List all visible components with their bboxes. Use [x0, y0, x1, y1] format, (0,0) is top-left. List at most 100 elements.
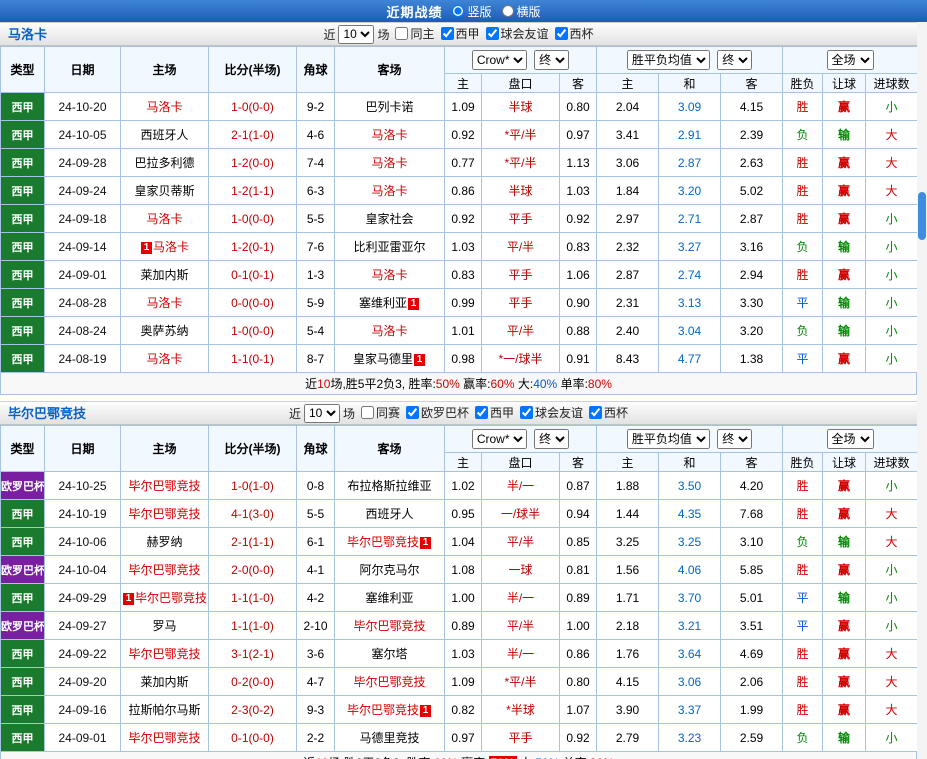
- filter-checkbox[interactable]: 同主: [395, 25, 435, 42]
- home-team-cell: 皇家贝蒂斯: [120, 176, 209, 205]
- filter-checkbox-input[interactable]: [520, 406, 534, 419]
- date-cell: 24-09-24: [44, 176, 121, 205]
- games-count-select[interactable]: 10: [338, 24, 375, 44]
- league-cell: 欧罗巴杯: [0, 611, 45, 640]
- goal-cell: 大: [865, 176, 919, 205]
- layout-radio-input[interactable]: [501, 5, 514, 17]
- filter-checkbox-input[interactable]: [395, 27, 409, 40]
- team-label: 塞尔塔: [371, 647, 408, 661]
- away-team-cell: 皇家马德里 1: [334, 344, 445, 373]
- col-date: 日期: [44, 46, 121, 93]
- team-label: 毕尔巴鄂竞技: [346, 703, 419, 717]
- home-team-cell: 赫罗纳: [120, 527, 209, 556]
- team-label: 马洛卡: [371, 268, 408, 282]
- filter-checkbox-input[interactable]: [554, 27, 568, 40]
- date-cell: 24-08-28: [44, 288, 121, 317]
- wdl-away-odds: 2.94: [720, 260, 784, 289]
- filter-checkbox-input[interactable]: [589, 406, 603, 419]
- home-team-cell: 马洛卡: [120, 344, 209, 373]
- away-team-cell: 毕尔巴鄂竞技: [334, 667, 445, 696]
- result-cell: 胜: [782, 471, 824, 500]
- crown-home-odds: 0.86: [444, 176, 482, 205]
- summary-text: 场,胜6平2负2, 胜率:: [328, 754, 433, 759]
- cover-cell: 赢: [822, 471, 867, 500]
- away-team-cell: 布拉格斯拉维亚: [334, 471, 445, 500]
- col-home: 主场: [120, 46, 209, 93]
- score-cell: 1-0(0-0): [208, 92, 297, 121]
- score-cell: 0-1(0-0): [208, 723, 297, 752]
- summary-text: 50%: [435, 376, 460, 391]
- crown-away-odds: 1.07: [558, 695, 598, 724]
- filter-checkbox[interactable]: 西杯: [554, 25, 594, 42]
- layout-radio-input[interactable]: [452, 5, 465, 17]
- wdl-away-odds: 3.51: [720, 611, 784, 640]
- away-team-cell: 马洛卡: [334, 316, 445, 345]
- summary-bar: 近10场,胜6平2负2, 胜率:60% 赢率:70% 大:50% 单率:80%: [0, 752, 917, 759]
- team-label: 赫罗纳: [146, 535, 183, 549]
- cover-cell: 赢: [822, 204, 867, 233]
- wdl-final-select[interactable]: 终: [717, 50, 753, 70]
- cover-cell: 输: [822, 232, 867, 261]
- wdl-away-odds: 4.69: [720, 639, 784, 668]
- team-label: 西班牙人: [140, 128, 189, 142]
- scrollbar-thumb[interactable]: [918, 192, 926, 240]
- home-team-cell: 毕尔巴鄂竞技: [120, 499, 209, 528]
- summary-text: 赢率:: [459, 377, 491, 391]
- odds-final-select[interactable]: 终: [534, 50, 570, 70]
- filter-checkbox[interactable]: 西杯: [589, 404, 628, 421]
- scope-select[interactable]: 全场: [826, 429, 874, 449]
- scope-select[interactable]: 全场: [826, 50, 874, 70]
- summary-text: 80%: [587, 376, 612, 391]
- match-row: 西甲 24-09-24 皇家贝蒂斯 1-2(1-1) 6-3 马洛卡 0.86 半球 1.03 1…: [0, 176, 919, 205]
- filter-checkbox[interactable]: 球会友谊: [520, 404, 583, 421]
- result-cell: 胜: [782, 260, 824, 289]
- col-cover: 让球: [822, 452, 867, 472]
- team-label: 马洛卡: [146, 212, 183, 226]
- score-cell: 2-3(0-2): [208, 695, 297, 724]
- wdl-away-odds: 4.20: [720, 471, 784, 500]
- wdl-home-odds: 2.18: [596, 611, 660, 640]
- filter-checkbox-input[interactable]: [475, 406, 488, 419]
- wdl-draw-odds: 4.35: [658, 499, 722, 528]
- team-label: 马洛卡: [146, 296, 183, 310]
- wdl-away-odds: 1.38: [720, 344, 784, 373]
- odds-source-select[interactable]: Crow*: [471, 50, 527, 70]
- games-count-select[interactable]: 10: [303, 403, 340, 423]
- filter-checkbox[interactable]: 球会友谊: [485, 25, 549, 42]
- date-cell: 24-09-01: [44, 723, 121, 752]
- filter-checkbox-input[interactable]: [440, 27, 454, 40]
- odds-source-select[interactable]: Crow*: [471, 429, 527, 449]
- filter-checkbox-input[interactable]: [360, 406, 374, 419]
- filter-checkbox-input[interactable]: [405, 406, 419, 419]
- team-label: 马洛卡: [371, 128, 408, 142]
- wdl-final-select[interactable]: 终: [717, 429, 753, 449]
- filter-checkbox[interactable]: 西甲: [440, 25, 480, 42]
- away-team-cell: 比利亚雷亚尔: [334, 232, 445, 261]
- home-team-cell: 毕尔巴鄂竞技: [120, 471, 209, 500]
- score-cell: 2-1(1-1): [208, 527, 297, 556]
- goal-cell: 小: [865, 611, 919, 640]
- wdl-select[interactable]: 胜平负均值: [626, 429, 710, 449]
- scrollbar[interactable]: [917, 22, 927, 759]
- layout-radio-option[interactable]: 横版: [501, 3, 541, 20]
- filter-checkbox-input[interactable]: [485, 27, 499, 40]
- odds-final-select[interactable]: 终: [534, 429, 570, 449]
- filter-checkbox[interactable]: 西甲: [475, 404, 514, 421]
- crown-home-odds: 0.82: [444, 695, 482, 724]
- filter-checkbox[interactable]: 欧罗巴杯: [405, 404, 469, 421]
- cover-cell: 赢: [822, 611, 867, 640]
- wdl-draw-odds: 2.91: [658, 120, 722, 149]
- layout-radio-option[interactable]: 竖版: [452, 3, 492, 20]
- league-cell: 欧罗巴杯: [0, 555, 45, 584]
- col-odds-home: 主: [444, 452, 482, 472]
- cover-cell: 赢: [822, 639, 867, 668]
- match-row: 欧罗巴杯 24-10-04 毕尔巴鄂竞技 2-0(0-0) 4-1 阿尔克马尔 1.08 一球…: [0, 555, 919, 584]
- away-team-cell: 毕尔巴鄂竞技: [334, 611, 445, 640]
- corner-cell: 5-4: [296, 316, 335, 345]
- filter-checkbox[interactable]: 同赛: [360, 404, 400, 421]
- wdl-select[interactable]: 胜平负均值: [626, 50, 710, 70]
- score-cell: 0-1(0-1): [208, 260, 297, 289]
- summary-bar: 近 10 场,胜5平2负3, 胜率: 50% 赢率: 60% 大: 40% 单率: 80%: [0, 373, 917, 395]
- date-cell: 24-09-22: [44, 639, 121, 668]
- corner-cell: 4-1: [296, 555, 335, 584]
